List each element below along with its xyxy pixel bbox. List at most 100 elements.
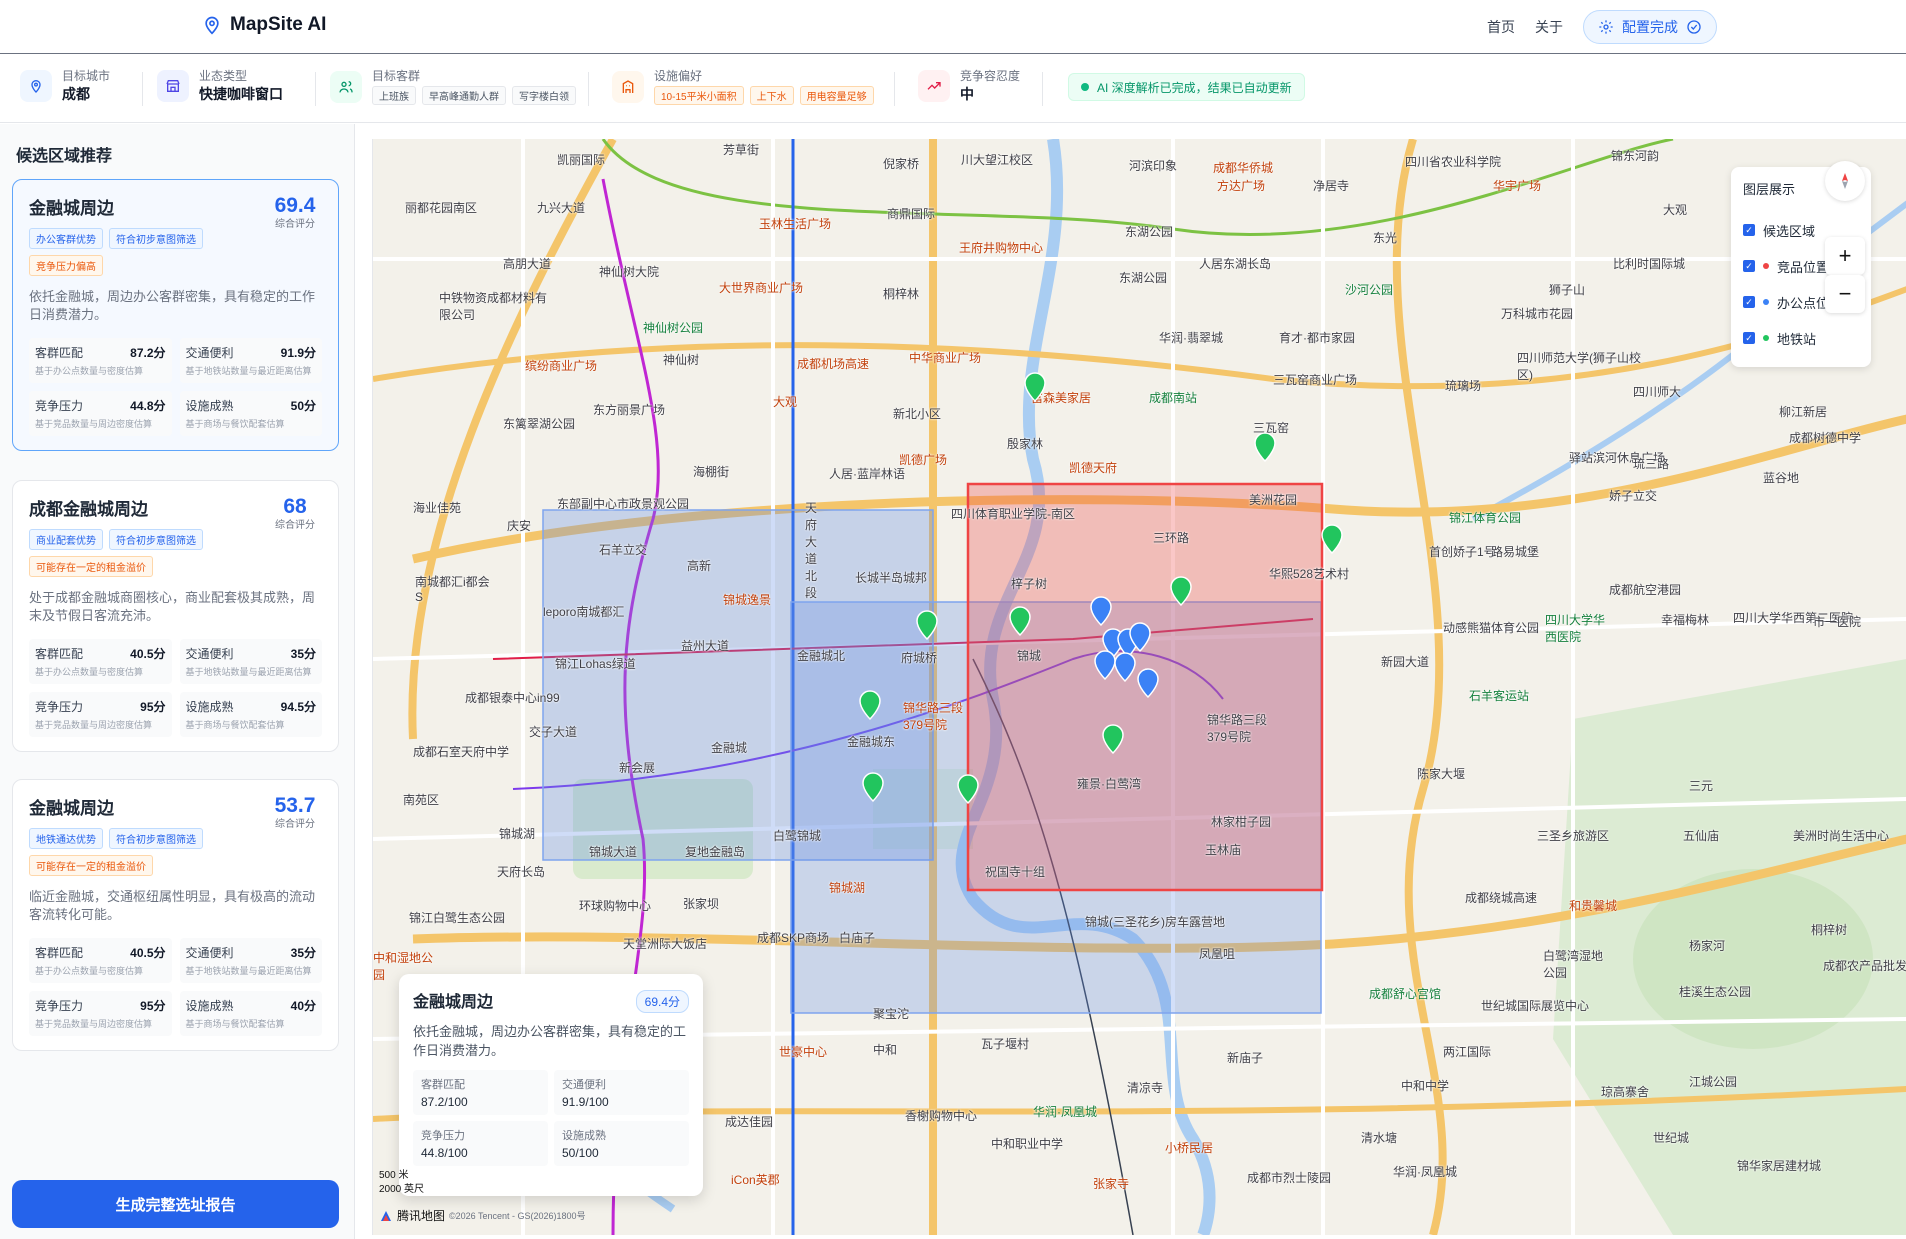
map-label: 大观	[773, 395, 798, 409]
layer-toggle-metro[interactable]: ✓ 地铁站	[1743, 320, 1859, 356]
map-label: 中和中学	[1401, 1079, 1450, 1093]
map-label: 四川师范大学(狮子山校区)	[1517, 351, 1641, 382]
map-label: 锦江Lohas绿道	[555, 657, 636, 671]
metric-cell: 交通便利 91.9分 基于地铁站数量与最近距离估算	[179, 338, 322, 383]
card-warning-tag: 竞争压力偏高	[29, 255, 103, 276]
config-button[interactable]: 配置完成	[1583, 10, 1717, 44]
map-label: 柳江新居	[1779, 405, 1828, 419]
map-label: 四川大学华西医院	[1545, 613, 1606, 644]
map-label: 庆安	[507, 519, 532, 533]
map-label: 净居寺	[1313, 179, 1350, 193]
map-label: 锦城	[1017, 649, 1042, 663]
zoom-in-button[interactable]: +	[1825, 237, 1865, 275]
metric-value: 95分	[140, 700, 166, 714]
candidate-card[interactable]: 成都金融城周边 68 综合评分 商业配套优势 符合初步意图筛选 可能存在一定的租金…	[12, 480, 339, 752]
popup-metric-value: 44.8/100	[421, 1146, 468, 1160]
layer-label: 办公点位	[1777, 295, 1830, 311]
info-biz-value: 快捷咖啡窗口	[199, 86, 283, 102]
map-label: 玉林庙	[1205, 843, 1242, 857]
map-label: 海棚街	[693, 465, 730, 479]
divider	[588, 72, 589, 106]
metric-label: 竞争压力	[35, 700, 84, 714]
candidate-card[interactable]: 金融城周边 69.4 综合评分 办公客群优势 符合初步意图筛选 竞争压力偏高 依托…	[12, 179, 339, 451]
map-label: 清水塘	[1361, 1131, 1398, 1145]
info-competition-label: 竞争容忍度	[960, 69, 1021, 83]
metric-note: 基于地铁站数量与最近距离估算	[185, 667, 312, 677]
map-canvas[interactable]: 凯丽国际 芳草街 倪家桥 川大望江校区 河滨印象 成都华侨城 净居寺 四川省农业…	[372, 139, 1906, 1235]
legend-dot	[1763, 335, 1769, 341]
card-score-label: 综合评分	[275, 219, 315, 230]
app-logo[interactable]: MapSite AI	[202, 14, 326, 36]
checkbox-icon[interactable]: ✓	[1743, 332, 1755, 344]
candidate-card[interactable]: 金融城周边 53.7 综合评分 地铁通达优势 符合初步意图筛选 可能存在一定的租金…	[12, 779, 339, 1051]
map-label: 大世界商业广场	[719, 281, 804, 295]
map-label: 张家寺	[1093, 1177, 1130, 1191]
divider	[315, 72, 316, 106]
metric-label: 设施成熟	[185, 999, 234, 1013]
compass-button[interactable]	[1825, 161, 1865, 201]
map-label: 江城公园	[1689, 1075, 1738, 1089]
metric-label: 交通便利	[185, 946, 234, 960]
metric-value: 40.5分	[130, 647, 166, 661]
map-label: 华润·凤凰城	[1393, 1165, 1457, 1179]
map-label: 府城桥	[901, 651, 938, 665]
map-label: 凤凰咀	[1199, 947, 1236, 961]
area-popup[interactable]: 金融城周边 69.4分 依托金融城，周边办公客群密集，具有稳定的工作日消费潜力。…	[399, 974, 703, 1196]
metric-cell: 客群匹配 40.5分 基于办公点数量与密度估算	[29, 938, 172, 983]
map-label: 四川师大	[1633, 385, 1682, 399]
map-label: 娇子立交	[1609, 489, 1658, 503]
map-label: 环球购物中心	[579, 899, 652, 913]
map-label: 市一医院	[1813, 615, 1862, 629]
info-biz: 业态类型 快捷咖啡窗口	[157, 68, 283, 104]
popup-metric-value: 87.2/100	[421, 1095, 468, 1109]
card-score: 68	[283, 495, 307, 518]
popup-metric: 交通便利 91.9/100	[554, 1070, 689, 1115]
building-icon	[612, 70, 644, 103]
metric-note: 基于地铁站数量与最近距离估算	[185, 366, 312, 376]
card-tag: 符合初步意图筛选	[109, 228, 203, 249]
checkbox-icon[interactable]: ✓	[1743, 224, 1755, 236]
popup-score: 69.4分	[635, 990, 689, 1013]
map-label: 神仙树大院	[599, 265, 660, 279]
zoom-out-button[interactable]: −	[1825, 275, 1865, 313]
checkbox-icon[interactable]: ✓	[1743, 260, 1755, 272]
nav-about-link[interactable]: 关于	[1535, 17, 1563, 37]
card-description: 处于成都金融城商圈核心，商业配套极其成熟，周末及节假日客流充沛。	[29, 590, 316, 623]
nav-home-link[interactable]: 首页	[1487, 17, 1515, 37]
metric-note: 基于地铁站数量与最近距离估算	[185, 966, 312, 976]
metric-value: 35分	[290, 647, 316, 661]
map-label: 祝国寺十组	[985, 865, 1046, 879]
map-label: 锦华路三段379号院	[903, 701, 964, 732]
metric-label: 设施成熟	[185, 399, 234, 413]
map-label: 高朋大道	[503, 257, 552, 271]
map-label: 小桥民居	[1165, 1141, 1214, 1155]
customer-tag: 早高峰通勤人群	[422, 86, 506, 105]
divider	[142, 72, 143, 106]
map-label: 中铁物资成都材料有限公司	[439, 291, 548, 322]
map-label: 三环路	[1153, 531, 1190, 545]
metric-note: 基于竞品数量与周边密度估算	[35, 720, 153, 730]
map-label: 海业佳苑	[413, 501, 462, 515]
trend-icon	[918, 70, 950, 102]
facility-tag: 用电容量足够	[799, 86, 874, 105]
map-label: iCon英郡	[731, 1173, 780, 1187]
map-label: 首创娇子1号	[1429, 545, 1496, 559]
map-label: leporo南城都汇	[543, 605, 625, 619]
map-label: 琉璃场	[1445, 379, 1482, 393]
metric-value: 91.9分	[280, 346, 316, 360]
metric-cell: 客群匹配 40.5分 基于办公点数量与密度估算	[29, 639, 172, 684]
map-label: 四川体育职业学院-南区	[951, 507, 1075, 521]
map-label: 南苑区	[403, 793, 440, 807]
checkbox-icon[interactable]: ✓	[1743, 296, 1755, 308]
map-label: 白鹭锦城	[773, 829, 822, 843]
map-pin-icon	[205, 16, 219, 35]
metric-value: 95分	[140, 999, 166, 1013]
map-label: 中华商业广场	[909, 351, 982, 365]
map-label: 王府井购物中心	[959, 241, 1044, 255]
map-label: 路易城堡	[1491, 545, 1540, 559]
legend-dot	[1763, 299, 1769, 305]
metric-cell: 竞争压力 95分 基于竞品数量与周边密度估算	[29, 991, 172, 1036]
generate-report-button[interactable]: 生成完整选址报告	[12, 1180, 339, 1228]
info-city: 目标城市 成都	[20, 68, 110, 104]
divider	[1042, 72, 1043, 106]
